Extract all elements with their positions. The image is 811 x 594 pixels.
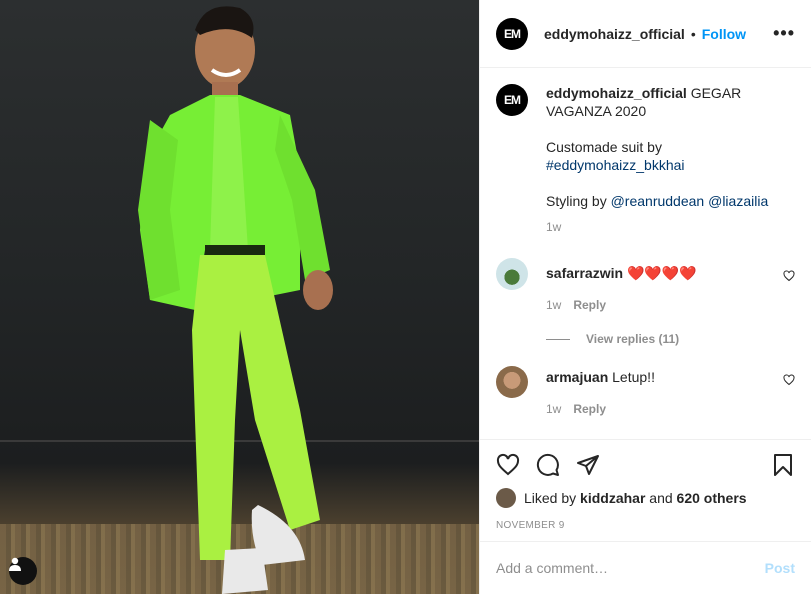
header-separator: • bbox=[690, 25, 696, 42]
likes-prefix: Liked by bbox=[524, 490, 577, 506]
like-comment-heart-icon[interactable] bbox=[783, 269, 795, 285]
heart-icon[interactable] bbox=[496, 453, 520, 477]
post-comment-button[interactable]: Post bbox=[765, 560, 795, 576]
post-viewer: EM eddymohaizz_official • Follow ••• EM … bbox=[0, 0, 811, 594]
caption-body: eddymohaizz_official GEGAR VAGANZA 2020 … bbox=[546, 84, 795, 236]
author-username[interactable]: eddymohaizz_official bbox=[544, 26, 685, 42]
reply-button[interactable]: Reply bbox=[573, 296, 606, 314]
caption-mention-2[interactable]: @liazailia bbox=[708, 193, 768, 209]
caption-username[interactable]: eddymohaizz_official bbox=[546, 85, 687, 101]
caption-line2: Customade suit by bbox=[546, 139, 662, 155]
commenter-avatar[interactable] bbox=[496, 258, 528, 290]
likes-middle: and bbox=[649, 490, 673, 506]
comment-input[interactable] bbox=[496, 560, 765, 576]
caption-hashtag[interactable]: #eddymohaizz_bkkhai bbox=[546, 157, 685, 173]
comment-time[interactable]: 1w bbox=[546, 296, 561, 314]
more-icon[interactable]: ••• bbox=[773, 23, 795, 44]
post-date[interactable]: NOVEMBER 9 bbox=[496, 520, 795, 531]
comment-text: Letup!! bbox=[612, 369, 655, 385]
post-actions: Liked by kiddzahar and 620 others NOVEMB… bbox=[480, 439, 811, 541]
post-sidebar: EM eddymohaizz_official • Follow ••• EM … bbox=[479, 0, 811, 594]
commenter-avatar[interactable] bbox=[496, 366, 528, 398]
comments-section: EM eddymohaizz_official GEGAR VAGANZA 20… bbox=[480, 68, 811, 439]
user-tag-button[interactable] bbox=[9, 557, 37, 585]
likes-summary: Liked by kiddzahar and 620 others bbox=[496, 488, 795, 508]
comment-body: safarrazwin ❤️❤️❤️❤️ 1w Reply bbox=[546, 258, 795, 314]
post-photo[interactable] bbox=[0, 0, 479, 594]
caption-styling-prefix: Styling by bbox=[546, 193, 607, 209]
comment-text: ❤️❤️❤️❤️ bbox=[626, 265, 697, 281]
reply-button[interactable]: Reply bbox=[573, 400, 606, 418]
caption-mention-1[interactable]: @reanruddean bbox=[611, 193, 705, 209]
comment-icon[interactable] bbox=[536, 453, 560, 477]
liker-avatar[interactable] bbox=[496, 488, 516, 508]
comment-item: armajuan Letup!! 1w Reply bbox=[496, 366, 795, 418]
liker-username[interactable]: kiddzahar bbox=[580, 490, 645, 506]
comment-time[interactable]: 1w bbox=[546, 400, 561, 418]
person-figure bbox=[138, 6, 333, 594]
add-comment-bar: Post bbox=[480, 541, 811, 594]
bookmark-icon[interactable] bbox=[771, 453, 795, 477]
view-replies-line bbox=[546, 338, 570, 340]
caption-avatar[interactable]: EM bbox=[496, 84, 528, 116]
likes-others[interactable]: 620 others bbox=[677, 490, 747, 506]
comment-username[interactable]: armajuan bbox=[546, 369, 608, 385]
comment-body: armajuan Letup!! 1w Reply bbox=[546, 366, 795, 418]
view-replies-button[interactable]: View replies (11) bbox=[546, 332, 795, 346]
view-replies-label: View replies (11) bbox=[586, 332, 680, 346]
post-header: EM eddymohaizz_official • Follow ••• bbox=[480, 0, 811, 68]
share-icon[interactable] bbox=[576, 453, 600, 477]
follow-button[interactable]: Follow bbox=[702, 26, 746, 42]
caption-time[interactable]: 1w bbox=[546, 218, 561, 236]
like-comment-heart-icon[interactable] bbox=[783, 373, 795, 389]
comment-item: safarrazwin ❤️❤️❤️❤️ 1w Reply bbox=[496, 258, 795, 314]
author-avatar[interactable]: EM bbox=[496, 17, 528, 50]
comment-username[interactable]: safarrazwin bbox=[546, 265, 623, 281]
caption: EM eddymohaizz_official GEGAR VAGANZA 20… bbox=[496, 84, 795, 236]
